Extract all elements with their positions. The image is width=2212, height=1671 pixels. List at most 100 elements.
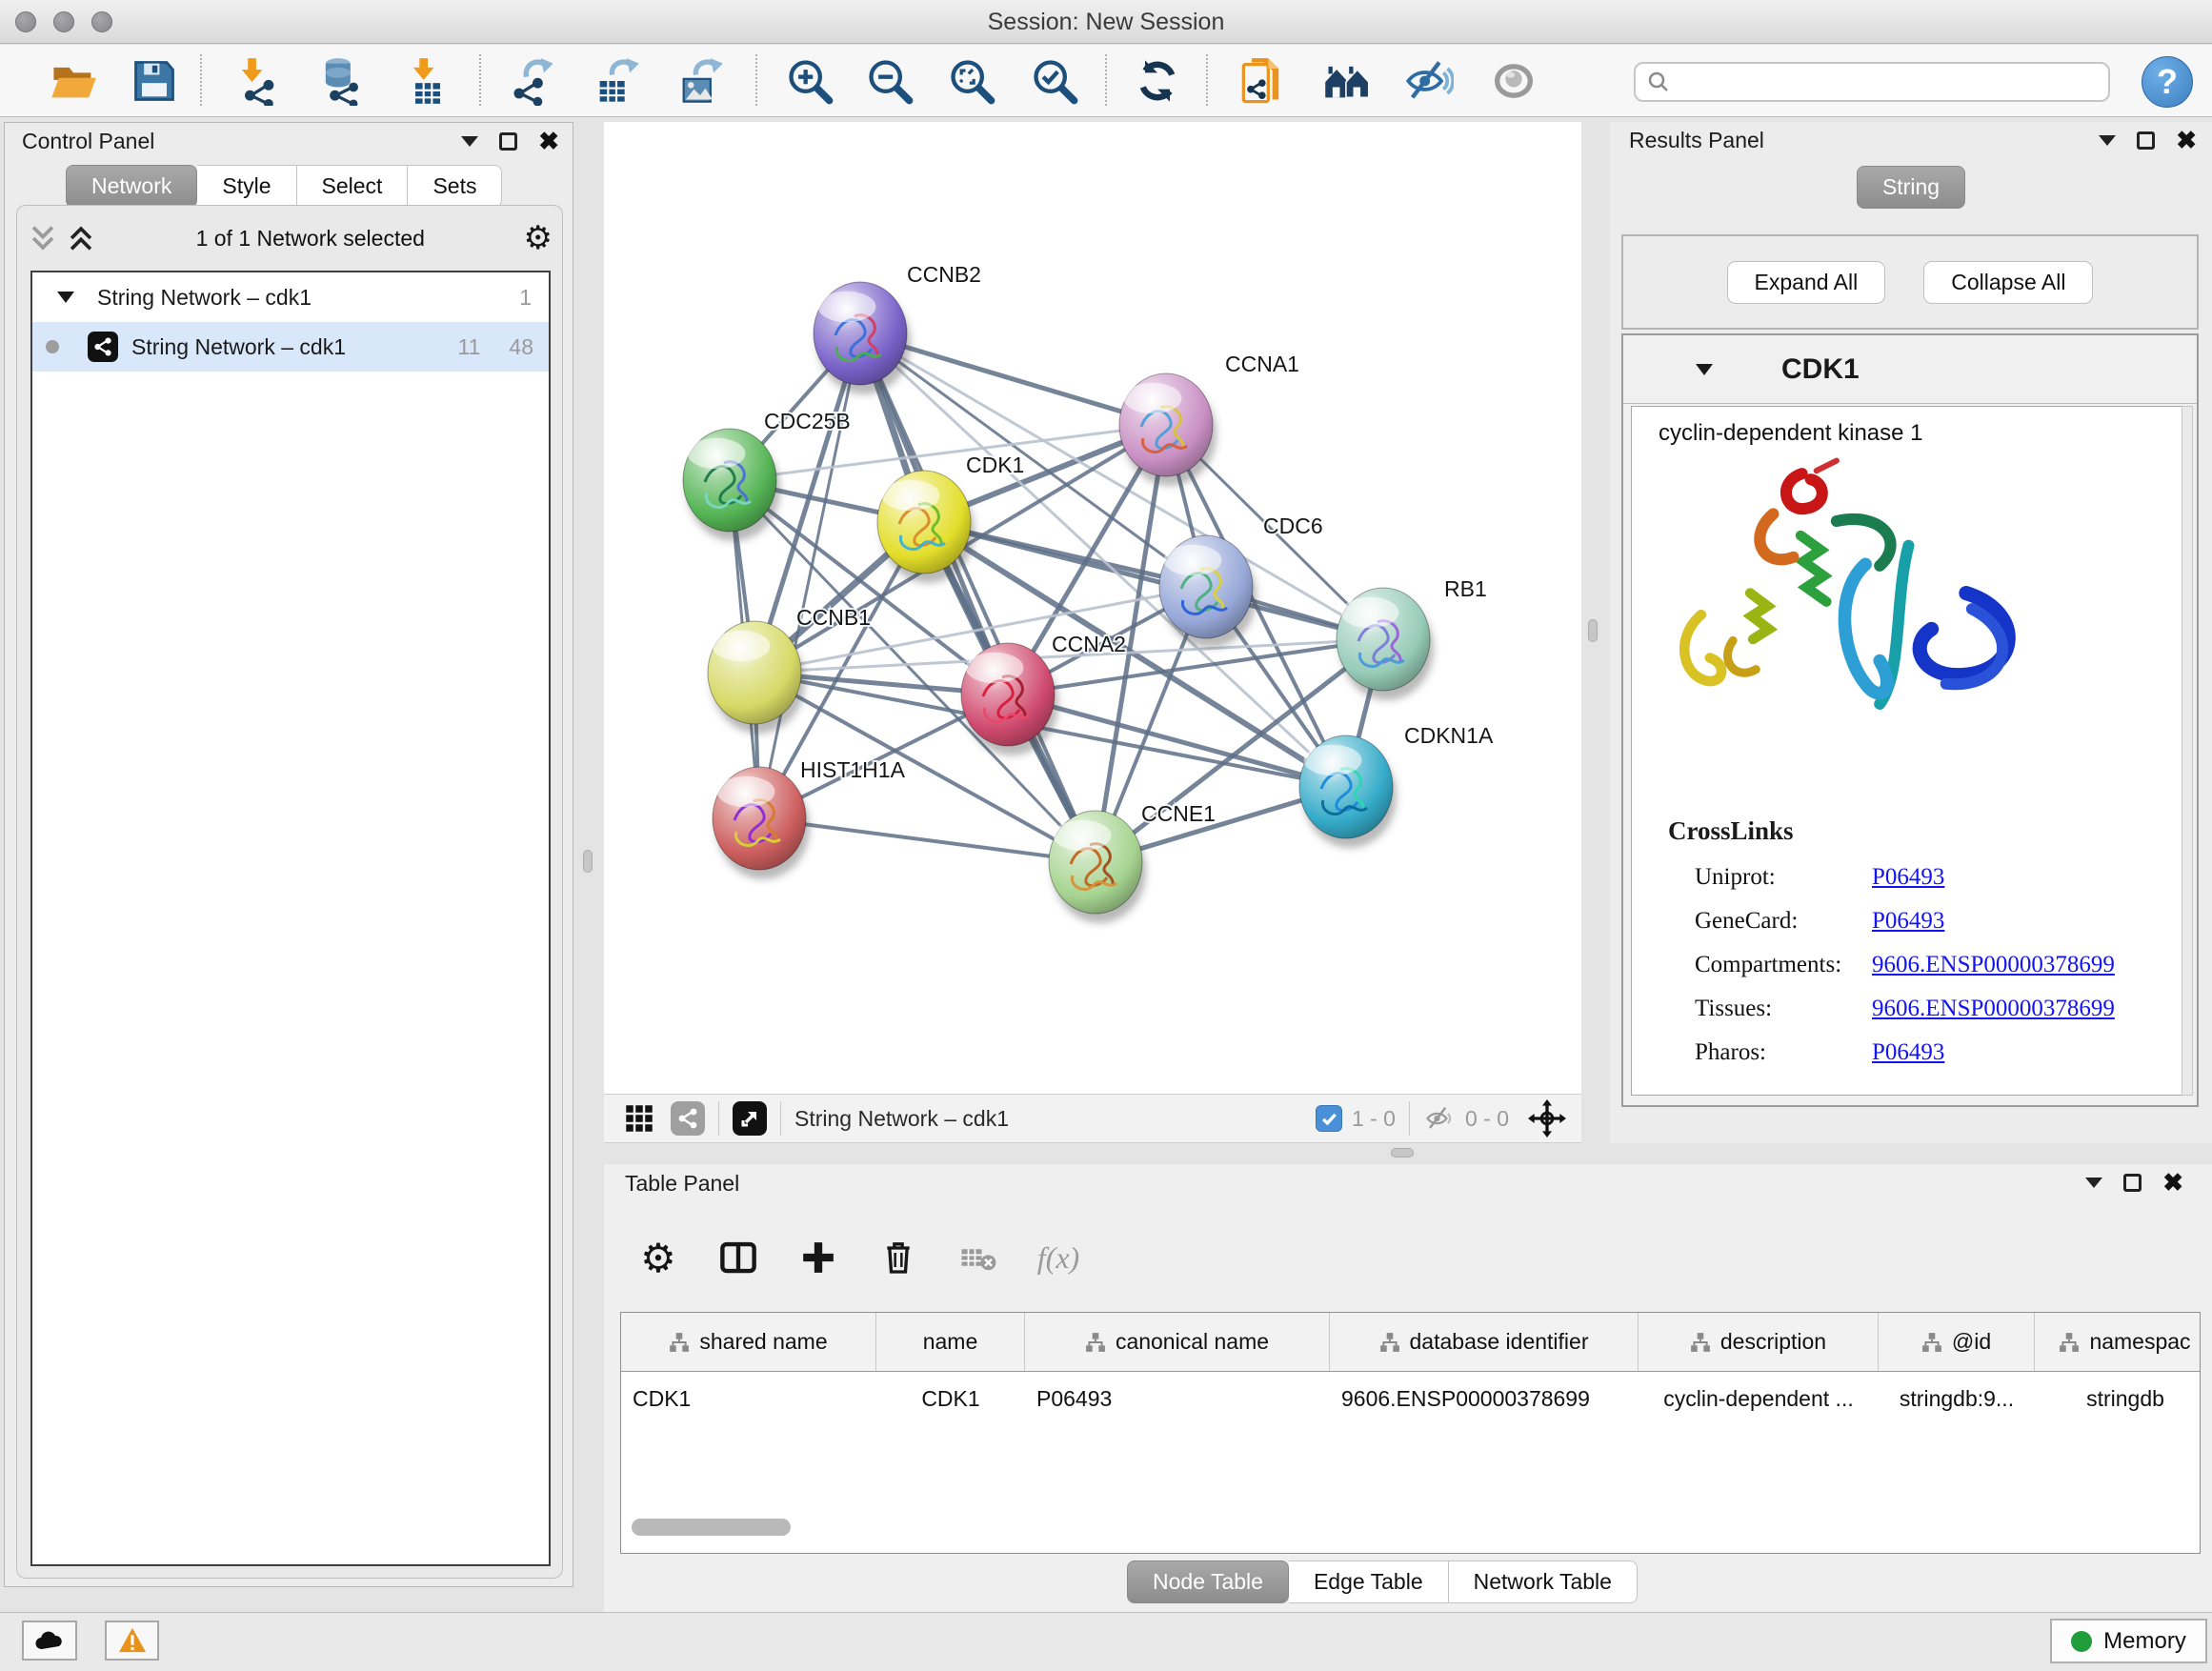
node-RB1[interactable]: RB1 xyxy=(1337,576,1487,700)
zoom-selected-button[interactable] xyxy=(1026,52,1083,110)
node-CCNB1[interactable]: CCNB1 xyxy=(708,605,871,734)
panel-close-icon[interactable]: ✖ xyxy=(538,131,559,151)
refresh-button[interactable] xyxy=(1129,52,1186,110)
open-in-new-window-icon[interactable] xyxy=(733,1101,767,1136)
export-network-button[interactable] xyxy=(504,52,561,110)
table-options-gear-icon[interactable]: ⚙ xyxy=(636,1236,680,1279)
table-panel: Table Panel ✖ ⚙ f(x) shared namenamecano… xyxy=(604,1164,2212,1612)
zoom-out-button[interactable] xyxy=(861,52,918,110)
network-collection-row[interactable]: String Network – cdk1 1 xyxy=(32,272,549,322)
crosslink-link[interactable]: 9606.ENSP00000378699 xyxy=(1872,952,2115,978)
selected-checkbox-icon[interactable] xyxy=(1316,1105,1342,1132)
panel-close-icon[interactable]: ✖ xyxy=(2176,131,2197,150)
zoom-fit-button[interactable] xyxy=(943,52,1000,110)
expand-all-button[interactable]: Expand All xyxy=(1727,261,1886,304)
table-body: CDK1CDK1P064939606.ENSP00000378699cyclin… xyxy=(621,1372,2200,1427)
panel-float-icon[interactable] xyxy=(2123,1174,2142,1192)
tab-string[interactable]: String xyxy=(1857,166,1965,209)
tab-style[interactable]: Style xyxy=(197,165,296,208)
warnings-button[interactable] xyxy=(105,1621,159,1661)
crosslink-link[interactable]: 9606.ENSP00000378699 xyxy=(1872,996,2115,1022)
node-CDC6[interactable]: CDC6 xyxy=(1159,513,1323,648)
tab-network-table[interactable]: Network Table xyxy=(1449,1560,1638,1603)
zoom-fit-icon xyxy=(947,56,996,106)
help-button[interactable]: ? xyxy=(2142,56,2193,108)
cdk1-caret-icon[interactable] xyxy=(1696,364,1713,375)
table-row[interactable]: CDK1CDK1P064939606.ENSP00000378699cyclin… xyxy=(621,1372,2200,1427)
expand-all-tree-icon[interactable] xyxy=(65,222,97,254)
show-panel-button[interactable] xyxy=(1485,52,1542,110)
delete-table-icon[interactable] xyxy=(956,1236,1000,1279)
delete-column-trash-icon[interactable] xyxy=(876,1236,920,1279)
gray-eye-icon xyxy=(1489,56,1538,106)
column-header-canonical-name[interactable]: canonical name xyxy=(1025,1313,1330,1371)
create-column-plus-icon[interactable] xyxy=(796,1236,840,1279)
collection-caret-icon[interactable] xyxy=(57,292,74,303)
node-CCNB2[interactable]: CCNB2 xyxy=(814,262,981,394)
panel-menu-icon[interactable] xyxy=(2085,1178,2102,1188)
scrollbar-thumb[interactable] xyxy=(632,1519,791,1536)
panel-menu-icon[interactable] xyxy=(461,136,478,147)
string-view-badge-icon[interactable] xyxy=(671,1101,705,1136)
node-CDKN1A[interactable]: CDKN1A xyxy=(1299,723,1494,848)
node-HIST1H1A[interactable]: HIST1H1A xyxy=(713,757,906,879)
collapse-all-button[interactable]: Collapse All xyxy=(1923,261,2093,304)
table-cell: stringdb xyxy=(2035,1372,2201,1426)
node-CDK1[interactable]: CDK1 xyxy=(877,453,1024,583)
column-header--id[interactable]: @id xyxy=(1879,1313,2035,1371)
node-CCNE1[interactable]: CCNE1 xyxy=(1049,801,1216,923)
tab-network[interactable]: Network xyxy=(66,165,197,208)
right-splitter-handle[interactable] xyxy=(1588,619,1598,642)
cloud-button[interactable] xyxy=(22,1621,77,1661)
collapse-all-tree-icon[interactable] xyxy=(27,222,59,254)
open-session-button[interactable] xyxy=(45,52,102,110)
panel-float-icon[interactable] xyxy=(499,132,517,151)
function-builder-icon[interactable]: f(x) xyxy=(1036,1236,1080,1279)
tab-sets[interactable]: Sets xyxy=(408,165,502,208)
memory-button[interactable]: Memory xyxy=(2050,1619,2207,1663)
column-header-name[interactable]: name xyxy=(876,1313,1025,1371)
node-CCNA2[interactable]: CCNA2 xyxy=(961,632,1126,755)
export-image-button[interactable] xyxy=(672,52,729,110)
network-row-selected[interactable]: String Network – cdk1 11 48 xyxy=(32,322,549,372)
crosslink-row: Tissues:9606.ENSP00000378699 xyxy=(1695,987,2188,1031)
show-columns-icon[interactable] xyxy=(716,1236,760,1279)
import-network-from-database-button[interactable] xyxy=(312,52,369,110)
panel-menu-icon[interactable] xyxy=(2099,135,2116,146)
crosslink-label: GeneCard: xyxy=(1695,908,1872,935)
column-header-database-identifier[interactable]: database identifier xyxy=(1330,1313,1639,1371)
pan-move-icon[interactable] xyxy=(1528,1099,1566,1137)
search-input[interactable] xyxy=(1678,66,2108,98)
crosslink-link[interactable]: P06493 xyxy=(1872,864,1944,891)
protein-structure-image xyxy=(1660,456,2041,780)
table-horizontal-scrollbar xyxy=(632,1519,2184,1536)
import-table-button[interactable] xyxy=(399,52,456,110)
birds-eye-grid-icon[interactable] xyxy=(625,1104,654,1133)
results-scrollbar[interactable] xyxy=(2182,406,2193,1096)
search-field[interactable] xyxy=(1634,62,2110,102)
column-header-shared-name[interactable]: shared name xyxy=(621,1313,876,1371)
crosslink-link[interactable]: P06493 xyxy=(1872,908,1944,935)
refresh-icon xyxy=(1133,56,1182,106)
home-networks-button[interactable] xyxy=(1318,52,1376,110)
import-network-button[interactable] xyxy=(229,52,286,110)
left-splitter-handle[interactable] xyxy=(583,850,593,873)
bottom-splitter-handle[interactable] xyxy=(1391,1148,1414,1158)
tab-edge-table[interactable]: Edge Table xyxy=(1289,1560,1449,1603)
crosslink-link[interactable]: P06493 xyxy=(1872,1039,1944,1066)
cdk1-section-header[interactable]: CDK1 xyxy=(1623,335,2197,404)
zoom-in-button[interactable] xyxy=(781,52,838,110)
save-session-button[interactable] xyxy=(126,52,183,110)
panel-close-icon[interactable]: ✖ xyxy=(2162,1173,2183,1192)
hide-panel-button[interactable] xyxy=(1400,52,1458,110)
network-options-gear-icon[interactable]: ⚙ xyxy=(524,222,553,254)
panel-float-icon[interactable] xyxy=(2137,131,2155,150)
node-CDC25B[interactable]: CDC25B xyxy=(683,409,851,541)
tab-node-table[interactable]: Node Table xyxy=(1127,1560,1289,1603)
column-header-namespac[interactable]: namespac xyxy=(2035,1313,2201,1371)
import-string-document-button[interactable] xyxy=(1236,52,1293,110)
network-canvas[interactable]: CCNB2CCNA1CDC25BCDK1CDC6RB1CCNB1CCNA2CDK… xyxy=(604,122,1581,1094)
export-table-button[interactable] xyxy=(588,52,645,110)
tab-select[interactable]: Select xyxy=(297,165,409,208)
column-header-description[interactable]: description xyxy=(1639,1313,1879,1371)
